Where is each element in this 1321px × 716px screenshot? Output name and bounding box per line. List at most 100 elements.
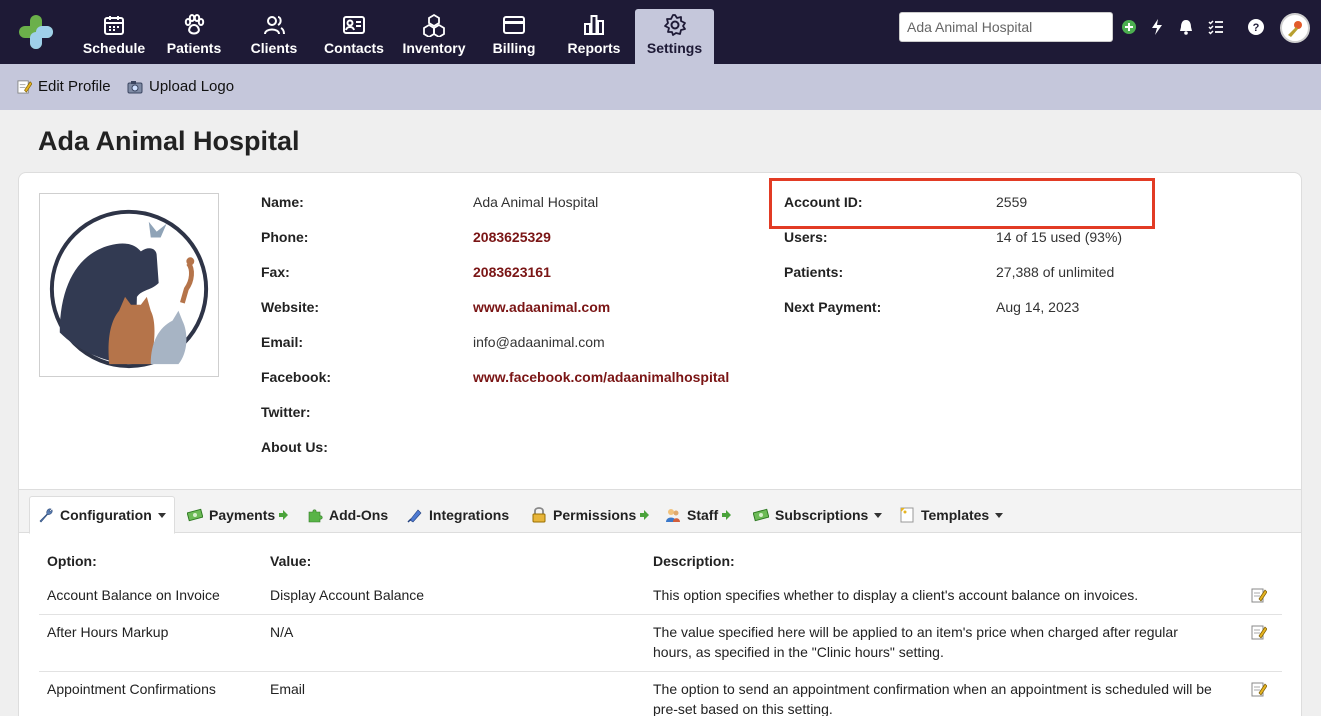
nav-clients[interactable]: Clients: [246, 9, 302, 64]
svg-text:?: ?: [1253, 22, 1260, 34]
help-icon[interactable]: ?: [1247, 18, 1265, 36]
description-line: The option to send an appointment confir…: [653, 681, 1212, 697]
facebook-label: Facebook:: [261, 369, 332, 385]
account-id-label: Account ID:: [784, 194, 863, 210]
arrow-right-icon: [640, 510, 650, 520]
tab-integrations[interactable]: Integrations: [399, 496, 517, 534]
users-label: Users:: [784, 229, 828, 245]
tab-label: Integrations: [429, 507, 510, 523]
name-label: Name:: [261, 194, 304, 210]
option-column-header: Option:: [47, 553, 97, 569]
website-value-cell: www.adaanimal.com: [473, 299, 610, 315]
email-value-cell: info@adaanimal.com: [473, 334, 605, 350]
about-us-label: About Us:: [261, 439, 328, 455]
phone-label: Phone:: [261, 229, 309, 245]
patients-label: Patients:: [784, 264, 844, 280]
name-row: Name:: [261, 194, 304, 210]
add-circle-icon[interactable]: [1120, 18, 1138, 36]
tab-permissions[interactable]: Permissions: [523, 496, 657, 534]
website-link[interactable]: www.adaanimal.com: [473, 299, 610, 315]
edit-icon[interactable]: [1251, 624, 1267, 640]
fax-label: Fax:: [261, 264, 290, 280]
row-divider: [39, 614, 1282, 615]
profile-card: Name: Ada Animal Hospital Phone: 2083625…: [18, 172, 1302, 716]
nav-label: Settings: [646, 40, 703, 56]
tab-add-ons[interactable]: Add-Ons: [299, 496, 396, 534]
tab-label: Payments: [209, 507, 276, 523]
edit-icon[interactable]: [1251, 681, 1267, 697]
tab-label: Permissions: [553, 507, 637, 523]
tab-templates[interactable]: Templates: [891, 496, 1011, 534]
description-column-header: Description:: [653, 553, 735, 569]
fax-row: Fax:: [261, 264, 290, 280]
settings-tabs: Configuration Payments Add-Ons Integrati…: [19, 489, 1301, 534]
row-description: The option to send an appointment confir…: [653, 679, 1243, 716]
fax-link[interactable]: 2083623161: [473, 264, 551, 280]
tab-label: Configuration: [60, 507, 152, 523]
hospital-logo: [39, 193, 219, 377]
edit-profile-label: Edit Profile: [38, 78, 111, 95]
tab-configuration[interactable]: Configuration: [29, 496, 175, 534]
facebook-row: Facebook:: [261, 369, 331, 385]
row-description: This option specifies whether to display…: [653, 585, 1243, 605]
upload-logo-label: Upload Logo: [149, 78, 235, 95]
checklist-icon[interactable]: [1207, 18, 1225, 36]
description-line: This option specifies whether to display…: [653, 587, 1139, 603]
name-value: Ada Animal Hospital: [473, 194, 599, 210]
row-value: Display Account Balance: [270, 587, 425, 603]
twitter-label: Twitter:: [261, 404, 311, 420]
facebook-value-cell: www.facebook.com/adaanimalhospital: [473, 369, 729, 385]
tab-staff[interactable]: Staff: [657, 496, 739, 534]
nav-billing[interactable]: Billing: [490, 9, 538, 64]
next-payment-label: Next Payment:: [784, 299, 882, 315]
patients-value-cell: 27,388 of unlimited: [996, 264, 1114, 280]
tab-subscriptions[interactable]: Subscriptions: [745, 496, 890, 534]
nav-contacts[interactable]: Contacts: [322, 9, 386, 64]
phone-link[interactable]: 2083625329: [473, 229, 551, 245]
nav-label: Inventory: [402, 40, 466, 56]
tab-label: Subscriptions: [775, 507, 869, 523]
description-line: pre-set based on this setting.: [653, 701, 833, 716]
edit-profile-button[interactable]: Edit Profile: [17, 78, 111, 95]
users-value: 14 of 15 used (93%): [996, 229, 1123, 245]
bell-icon[interactable]: [1177, 18, 1195, 36]
upload-logo-button[interactable]: Upload Logo: [127, 78, 234, 95]
tab-payments[interactable]: Payments: [179, 496, 296, 534]
facebook-link[interactable]: www.facebook.com/adaanimalhospital: [473, 369, 729, 385]
app-logo-icon[interactable]: [17, 13, 55, 51]
nav-settings[interactable]: Settings: [635, 9, 714, 64]
row-value: Email: [270, 681, 306, 697]
paw-icon: [184, 14, 205, 35]
nav-label: Patients: [166, 40, 222, 56]
nav-reports[interactable]: Reports: [564, 9, 624, 64]
money-icon: [187, 508, 203, 522]
gear-icon: [663, 14, 686, 36]
description-line: The value specified here will be applied…: [653, 624, 1178, 640]
name-value-cell: Ada Animal Hospital: [473, 194, 598, 210]
edit-icon[interactable]: [1251, 587, 1267, 603]
website-label: Website:: [261, 299, 320, 315]
nav-patients[interactable]: Patients: [162, 9, 226, 64]
lightning-icon[interactable]: [1148, 18, 1166, 36]
account-id-value-cell: 2559: [996, 194, 1027, 210]
user-avatar[interactable]: [1280, 13, 1310, 43]
boxes-icon: [423, 13, 445, 37]
row-option: After Hours Markup: [47, 624, 169, 640]
chevron-down-icon: [995, 512, 1004, 518]
lock-icon: [532, 507, 546, 523]
nav-label: Billing: [492, 40, 536, 56]
row-divider: [39, 671, 1282, 672]
row-value: N/A: [270, 624, 294, 640]
nav-inventory[interactable]: Inventory: [400, 9, 468, 64]
row-option: Appointment Confirmations: [47, 681, 216, 697]
nav-schedule[interactable]: Schedule: [80, 9, 148, 64]
camera-icon: [127, 80, 143, 93]
value-column-header: Value:: [270, 553, 312, 569]
nav-label: Contacts: [324, 40, 384, 56]
row-description: The value specified here will be applied…: [653, 622, 1243, 662]
profile-toolbar: Edit Profile Upload Logo: [0, 64, 1321, 110]
fax-value-cell: 2083623161: [473, 264, 551, 280]
account-id-row: Account ID:: [784, 194, 863, 210]
hospital-search-input[interactable]: Ada Animal Hospital: [899, 12, 1113, 42]
nav-label: Schedule: [82, 40, 146, 56]
